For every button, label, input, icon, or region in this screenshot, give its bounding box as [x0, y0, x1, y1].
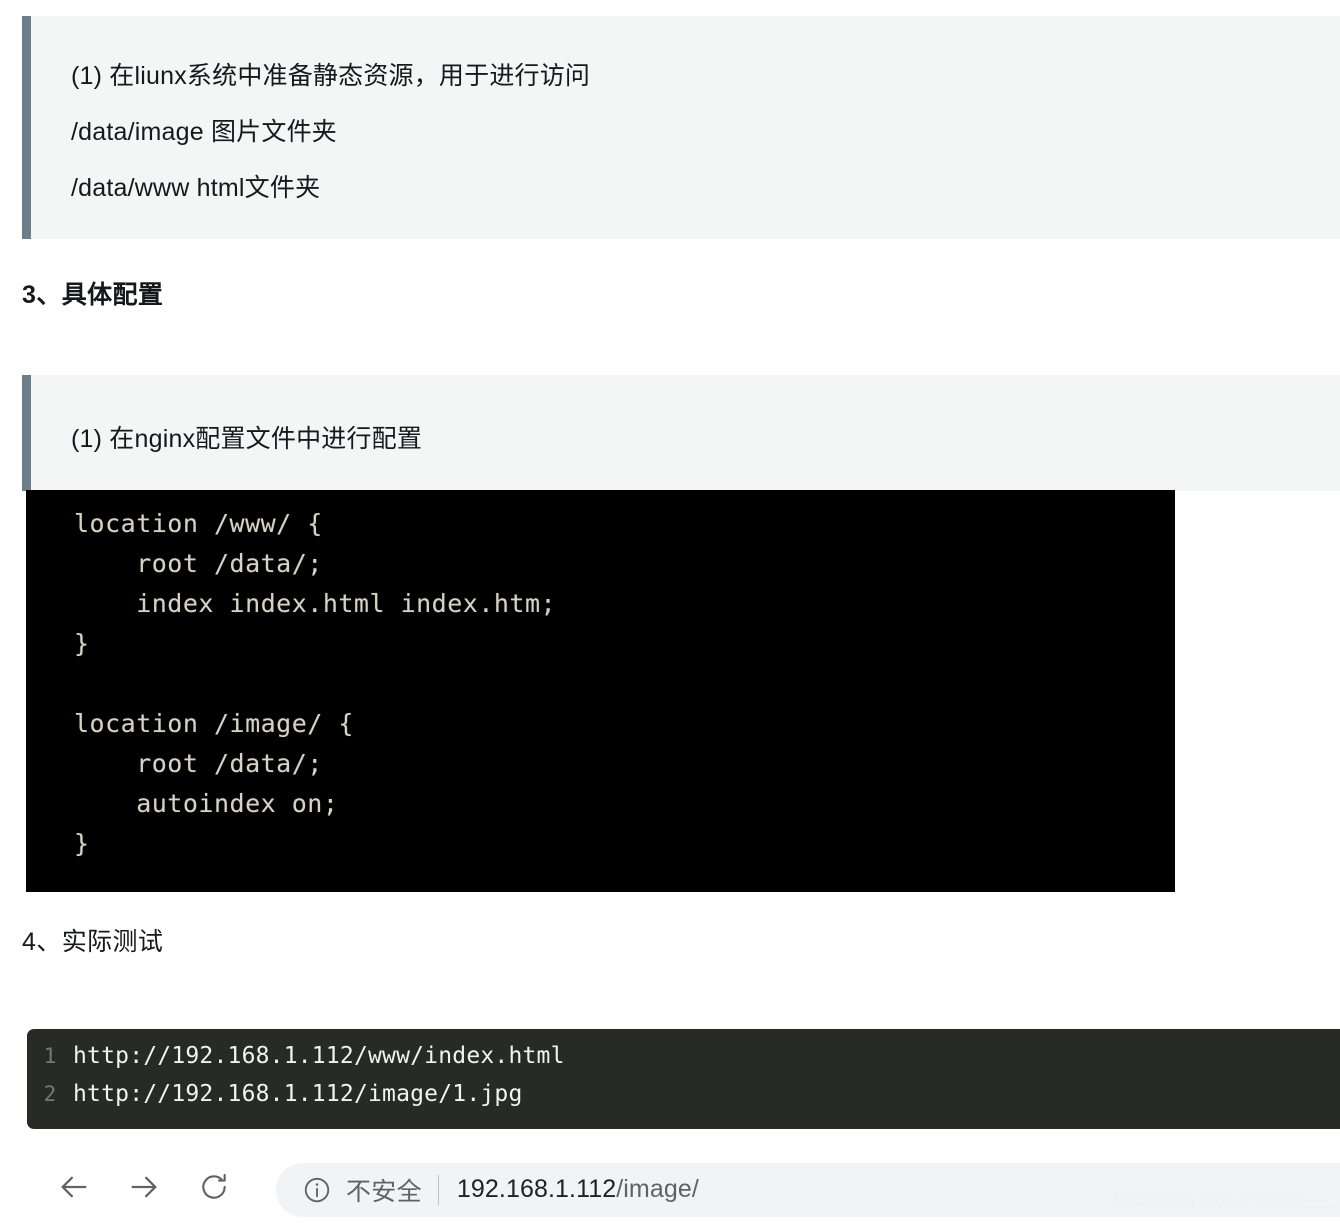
browser-toolbar: 不安全 192.168.1.112/image/: [0, 1155, 1340, 1224]
code-line: root /data/;: [74, 749, 323, 778]
blockquote-line: /data/image 图片文件夹: [71, 118, 337, 146]
arrow-right-icon: [127, 1170, 161, 1209]
url-host: 192.168.1.112: [456, 1175, 617, 1203]
code-block-nginx-config: location /www/ { root /data/; index inde…: [26, 490, 1175, 892]
code-block-test-urls: 1 http://192.168.1.112/www/index.html 2 …: [27, 1029, 1340, 1129]
address-bar-url[interactable]: 192.168.1.112/image/: [457, 1175, 699, 1204]
section-heading-specific-config: 3、具体配置: [22, 281, 164, 309]
code-row: 2 http://192.168.1.112/image/1.jpg: [27, 1081, 1340, 1119]
code-line: index index.html index.htm;: [74, 589, 557, 618]
csdn-watermark: https://blog.csdn.net/Insist___: [1114, 1192, 1332, 1209]
info-circle-icon[interactable]: [302, 1175, 332, 1205]
code-line: location /www/ {: [74, 509, 323, 538]
omnibox-divider: [437, 1174, 439, 1205]
code-url-text: http://192.168.1.112/image/1.jpg: [73, 1081, 523, 1107]
line-number: 1: [43, 1044, 57, 1068]
code-line: root /data/;: [74, 549, 323, 578]
back-button[interactable]: [48, 1164, 100, 1216]
code-line: }: [74, 629, 90, 658]
code-line: autoindex on;: [74, 789, 339, 818]
security-status-label: 不安全: [346, 1177, 422, 1206]
arrow-left-icon: [57, 1170, 91, 1209]
forward-button[interactable]: [118, 1164, 170, 1216]
line-number: 2: [43, 1082, 57, 1106]
code-line: location /image/ {: [74, 709, 354, 738]
blockquote-line: (1) 在liunx系统中准备静态资源，用于进行访问: [71, 62, 591, 90]
blockquote-line: (1) 在nginx配置文件中进行配置: [71, 425, 423, 453]
reload-icon: [198, 1171, 230, 1208]
blockquote-nginx-config: (1) 在nginx配置文件中进行配置: [22, 375, 1340, 491]
blockquote-content: (1) 在nginx配置文件中进行配置: [31, 375, 1340, 467]
blockquote-line: /data/www html文件夹: [71, 174, 321, 202]
code-url-text: http://192.168.1.112/www/index.html: [73, 1043, 565, 1069]
section-heading-actual-test: 4、实际测试: [22, 928, 164, 956]
code-row: 1 http://192.168.1.112/www/index.html: [27, 1043, 1340, 1081]
reload-button[interactable]: [188, 1164, 240, 1216]
code-line: }: [74, 829, 90, 858]
blockquote-content: (1) 在liunx系统中准备静态资源，用于进行访问 /data/image 图…: [31, 16, 1340, 216]
blockquote-static-resources: (1) 在liunx系统中准备静态资源，用于进行访问 /data/image 图…: [22, 16, 1340, 239]
url-path: /image/: [616, 1175, 699, 1203]
